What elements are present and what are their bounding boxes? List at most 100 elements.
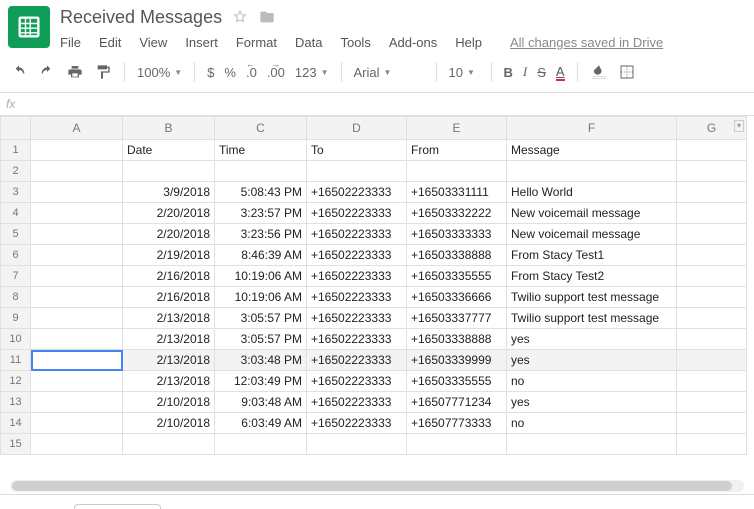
strikethrough-button[interactable]: S: [537, 65, 546, 80]
row-header[interactable]: 10: [1, 329, 31, 350]
cell[interactable]: [31, 434, 123, 455]
cell[interactable]: [677, 182, 747, 203]
font-size-dropdown[interactable]: 10▼: [449, 65, 479, 80]
cell[interactable]: 2/13/2018: [123, 371, 215, 392]
menu-file[interactable]: File: [60, 35, 81, 50]
cell[interactable]: Twilio support test message: [507, 308, 677, 329]
cell[interactable]: 2/19/2018: [123, 245, 215, 266]
cell[interactable]: 3:23:57 PM: [215, 203, 307, 224]
row-header[interactable]: 3: [1, 182, 31, 203]
row-header[interactable]: 14: [1, 413, 31, 434]
cell[interactable]: +16502223333: [307, 413, 407, 434]
cell[interactable]: +16502223333: [307, 287, 407, 308]
cell[interactable]: +16503338888: [407, 329, 507, 350]
cell[interactable]: Time: [215, 140, 307, 161]
cell[interactable]: [31, 266, 123, 287]
cell[interactable]: +16503335555: [407, 371, 507, 392]
table-row[interactable]: 132/10/20189:03:48 AM+16502223333+165077…: [1, 392, 747, 413]
cell[interactable]: +16502223333: [307, 371, 407, 392]
cell[interactable]: [677, 224, 747, 245]
col-header-B[interactable]: B: [123, 117, 215, 140]
cell[interactable]: Message: [507, 140, 677, 161]
cell[interactable]: 3:03:48 PM: [215, 350, 307, 371]
cell[interactable]: 8:46:39 AM: [215, 245, 307, 266]
cell[interactable]: 6:03:49 AM: [215, 413, 307, 434]
cell[interactable]: Hello World: [507, 182, 677, 203]
cell[interactable]: [677, 245, 747, 266]
cell[interactable]: +16502223333: [307, 308, 407, 329]
table-row[interactable]: 2: [1, 161, 747, 182]
table-row[interactable]: 82/16/201810:19:06 AM+16502223333+165033…: [1, 287, 747, 308]
sheets-logo-icon[interactable]: [8, 6, 50, 48]
menu-insert[interactable]: Insert: [185, 35, 218, 50]
cell[interactable]: [31, 182, 123, 203]
menu-addons[interactable]: Add-ons: [389, 35, 437, 50]
cell[interactable]: 2/20/2018: [123, 224, 215, 245]
row-header[interactable]: 12: [1, 371, 31, 392]
cell[interactable]: [407, 161, 507, 182]
table-row[interactable]: 72/16/201810:19:06 AM+16502223333+165033…: [1, 266, 747, 287]
menu-format[interactable]: Format: [236, 35, 277, 50]
table-row[interactable]: 1DateTimeToFromMessage: [1, 140, 747, 161]
cell[interactable]: yes: [507, 329, 677, 350]
increase-decimal-button[interactable]: .00→: [267, 65, 285, 80]
format-currency-button[interactable]: $: [207, 65, 214, 80]
cell[interactable]: [215, 161, 307, 182]
cell[interactable]: 2/16/2018: [123, 287, 215, 308]
cell[interactable]: New voicemail message: [507, 203, 677, 224]
cell[interactable]: 2/16/2018: [123, 266, 215, 287]
cell[interactable]: [677, 434, 747, 455]
row-header[interactable]: 13: [1, 392, 31, 413]
save-status[interactable]: All changes saved in Drive: [510, 35, 663, 50]
row-header[interactable]: 4: [1, 203, 31, 224]
cell[interactable]: +16503333333: [407, 224, 507, 245]
cell[interactable]: +16502223333: [307, 329, 407, 350]
cell[interactable]: +16503337777: [407, 308, 507, 329]
cell[interactable]: [123, 434, 215, 455]
cell[interactable]: [31, 161, 123, 182]
table-row[interactable]: 14 2/10/20186:03:49 AM+16502223333+165077…: [1, 413, 747, 434]
cell[interactable]: 2/10/2018: [123, 413, 215, 434]
decrease-decimal-button[interactable]: .0←: [246, 65, 257, 80]
italic-button[interactable]: I: [523, 64, 527, 80]
menu-tools[interactable]: Tools: [340, 35, 370, 50]
table-row[interactable]: 52/20/20183:23:56 PM+16502223333+1650333…: [1, 224, 747, 245]
cell[interactable]: 3:05:57 PM: [215, 329, 307, 350]
cell[interactable]: [677, 371, 747, 392]
cell[interactable]: +16503335555: [407, 266, 507, 287]
cell[interactable]: [215, 434, 307, 455]
cell[interactable]: yes: [507, 392, 677, 413]
menu-view[interactable]: View: [139, 35, 167, 50]
cell[interactable]: +16503332222: [407, 203, 507, 224]
menu-edit[interactable]: Edit: [99, 35, 121, 50]
paint-format-icon[interactable]: [94, 63, 112, 81]
table-row[interactable]: 10 2/13/20183:05:57 PM+16502223333+165033…: [1, 329, 747, 350]
cell[interactable]: +16507773333: [407, 413, 507, 434]
col-menu-icon[interactable]: ▾: [734, 120, 744, 132]
undo-icon[interactable]: [10, 63, 28, 81]
col-header-F[interactable]: F: [507, 117, 677, 140]
cell[interactable]: +16502223333: [307, 203, 407, 224]
table-row[interactable]: 15: [1, 434, 747, 455]
row-header[interactable]: 1: [1, 140, 31, 161]
col-header-D[interactable]: D: [307, 117, 407, 140]
cell[interactable]: 2/13/2018: [123, 329, 215, 350]
row-header[interactable]: 8: [1, 287, 31, 308]
formula-bar[interactable]: fx: [0, 93, 754, 116]
font-family-dropdown[interactable]: Arial▼: [354, 65, 424, 80]
cell[interactable]: [407, 434, 507, 455]
cell[interactable]: [677, 266, 747, 287]
table-row[interactable]: 33/9/20185:08:43 PM+16502223333+16503331…: [1, 182, 747, 203]
borders-icon[interactable]: [618, 63, 636, 81]
cell[interactable]: +16502223333: [307, 392, 407, 413]
cell[interactable]: New voicemail message: [507, 224, 677, 245]
cell[interactable]: 9:03:48 AM: [215, 392, 307, 413]
menu-help[interactable]: Help: [455, 35, 482, 50]
cell[interactable]: 5:08:43 PM: [215, 182, 307, 203]
cell[interactable]: [31, 287, 123, 308]
cell[interactable]: no: [507, 413, 677, 434]
cell[interactable]: [31, 308, 123, 329]
cell[interactable]: [31, 392, 123, 413]
cell[interactable]: 2/10/2018: [123, 392, 215, 413]
row-header[interactable]: 9: [1, 308, 31, 329]
